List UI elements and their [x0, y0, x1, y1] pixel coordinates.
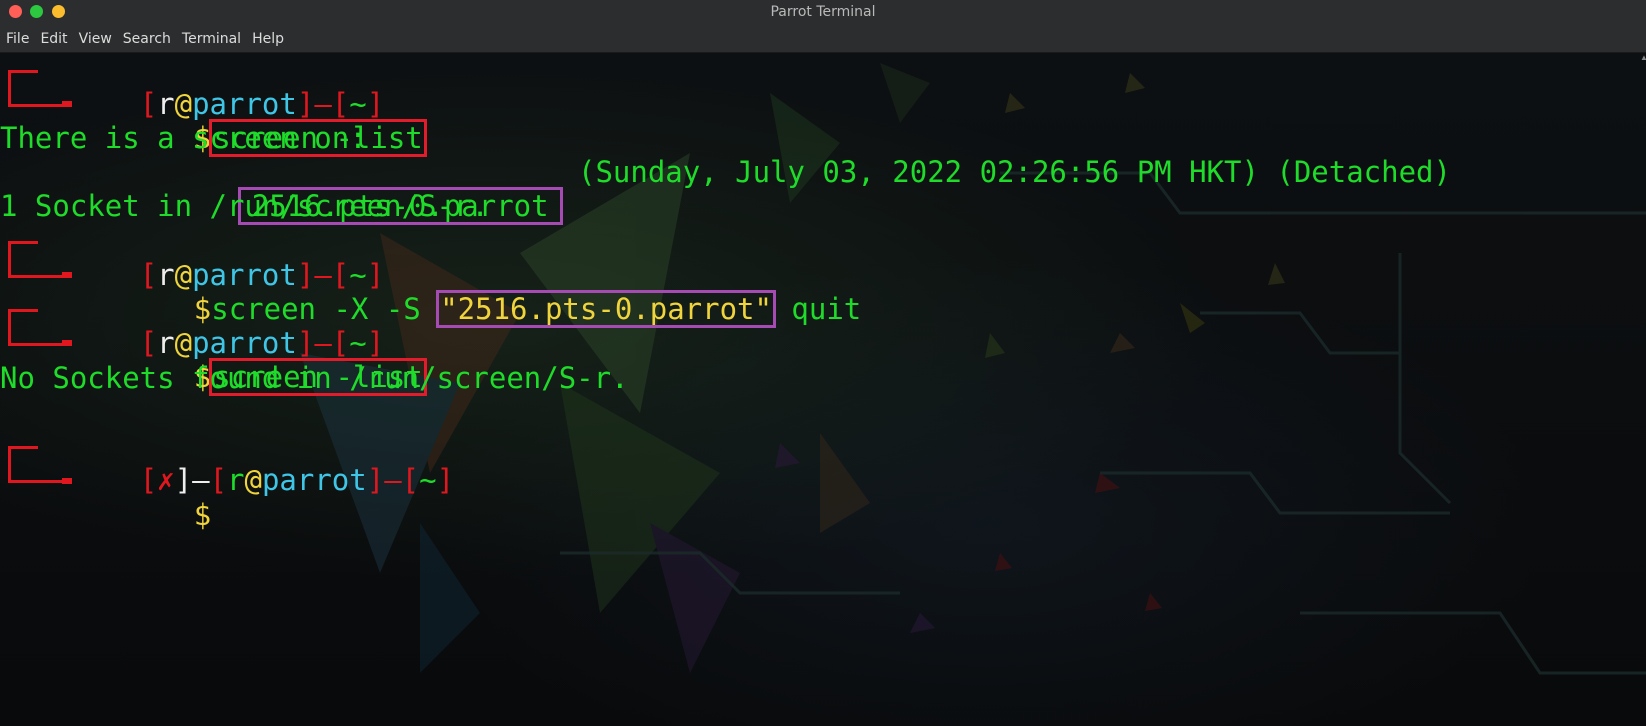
command-line-2: $screen -X -S "2516.pts-0.parrot" quit	[89, 258, 861, 328]
minimize-window-button[interactable]	[30, 5, 43, 18]
terminal-window: Parrot Terminal File Edit View Search Te…	[0, 0, 1646, 726]
terminal-area[interactable]: [r@parrot]—[~] $screen -list There is a …	[0, 53, 1646, 726]
prompt-dash: —	[384, 463, 402, 497]
menu-bar: File Edit View Search Terminal Help	[0, 25, 1646, 53]
menu-file[interactable]: File	[6, 31, 29, 47]
scroll-up-icon[interactable]: ▲	[1640, 53, 1646, 62]
menu-search[interactable]: Search	[123, 31, 171, 47]
prompt-line-1: [r@parrot]—[~]	[0, 53, 385, 121]
prompt-user: r	[227, 463, 245, 497]
maximize-window-button[interactable]	[52, 5, 65, 18]
command-line-1: $screen -list	[89, 87, 427, 157]
prompt-line-4: [✗]—[r@parrot]—[~]	[0, 429, 454, 497]
prompt-host: parrot	[261, 463, 367, 497]
command-arg-highlighted: "2516.pts-0.parrot"	[436, 290, 776, 328]
close-window-button[interactable]	[9, 5, 22, 18]
output-line-1: There is a screen on:	[0, 121, 367, 155]
terminal-scrollbar[interactable]	[1640, 53, 1646, 726]
output-line-3: 1 Socket in /run/screen/S-r.	[0, 189, 489, 223]
command-line-3: $screen -list	[89, 326, 427, 396]
dir-bracket-close: ]	[436, 463, 455, 497]
prompt-at: @	[244, 463, 262, 497]
prompt-dir: ~	[419, 463, 437, 497]
prompt-dollar: $	[193, 498, 212, 532]
dir-bracket-open: [	[401, 463, 420, 497]
prompt-line-2: [r@parrot]—[~]	[0, 224, 385, 292]
menu-view[interactable]: View	[79, 31, 112, 47]
menu-terminal[interactable]: Terminal	[182, 31, 241, 47]
command-line-4[interactable]: $	[89, 464, 211, 532]
menu-help[interactable]: Help	[252, 31, 284, 47]
title-bar[interactable]: Parrot Terminal	[0, 0, 1646, 25]
output-line-2: 2516.pts-0.parrot	[135, 155, 563, 225]
output-line-4: No Sockets found in /run/screen/S-r.	[0, 361, 629, 395]
output-session-info: (Sunday, July 03, 2022 02:26:56 PM HKT) …	[578, 155, 1451, 189]
prompt-line-3: [r@parrot]—[~]	[0, 292, 385, 360]
menu-edit[interactable]: Edit	[40, 31, 67, 47]
bracket-close: ]	[366, 463, 385, 497]
command-suffix: quit	[773, 292, 862, 326]
window-title: Parrot Terminal	[770, 4, 876, 20]
bracket-open: [	[209, 463, 228, 497]
